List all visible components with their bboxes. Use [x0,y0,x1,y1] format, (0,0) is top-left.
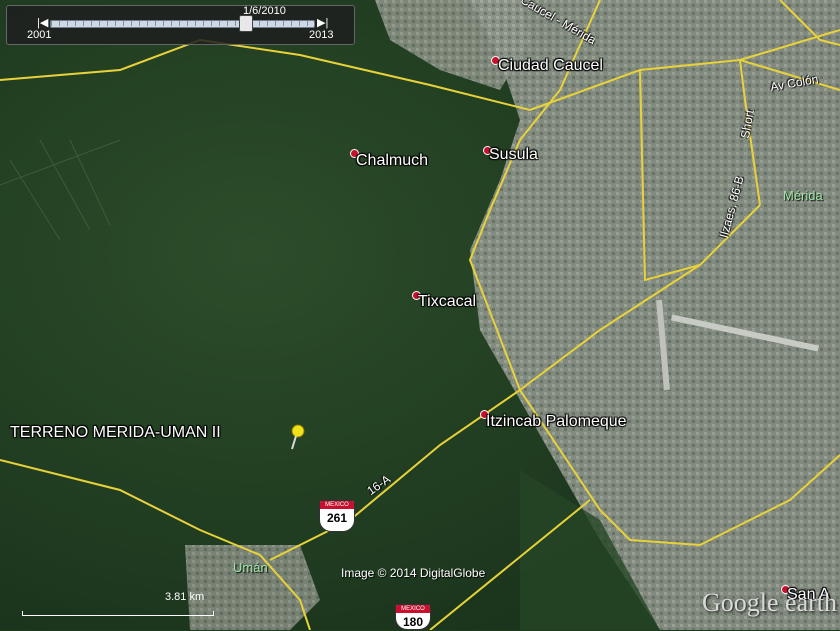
place-label-ciudad-caucel[interactable]: Ciudad Caucel [498,57,603,75]
place-label-susula[interactable]: Susula [489,146,538,164]
scale-bar-line [22,611,214,616]
skip-forward-icon[interactable]: ▶| [317,16,328,29]
time-slider-thumb[interactable] [238,15,253,32]
city-label-merida: Mérida [783,188,823,203]
skip-back-icon[interactable]: |◀ [37,16,48,29]
time-slider-ticks [51,21,312,26]
property-label[interactable]: TERRENO MERIDA-UMAN II [10,424,221,442]
place-label-chalmuch[interactable]: Chalmuch [356,152,428,170]
place-label-itzincab-palomeque[interactable]: Itzincab Palomeque [486,413,627,431]
highway-shield-261: MEXICO 261 [319,500,355,532]
pushpin-icon[interactable] [286,423,308,451]
google-earth-logo: Google earth [702,588,838,617]
time-slider-start-year: 2001 [27,29,52,41]
scale-label: 3.81 km [165,591,205,603]
time-slider-panel: 1/6/2010 |◀ ▶| 2001 2013 [6,5,355,45]
highway-shield-180: MEXICO 180 [395,604,431,630]
city-label-uman: Umán [233,560,268,575]
time-slider-end-year: 2013 [309,29,334,41]
satellite-map[interactable] [0,0,840,630]
scale-bar: 3.81 km [22,591,214,623]
imagery-credit: Image © 2014 DigitalGlobe [341,566,486,580]
place-label-tixcacal[interactable]: Tixcacal [418,293,476,311]
